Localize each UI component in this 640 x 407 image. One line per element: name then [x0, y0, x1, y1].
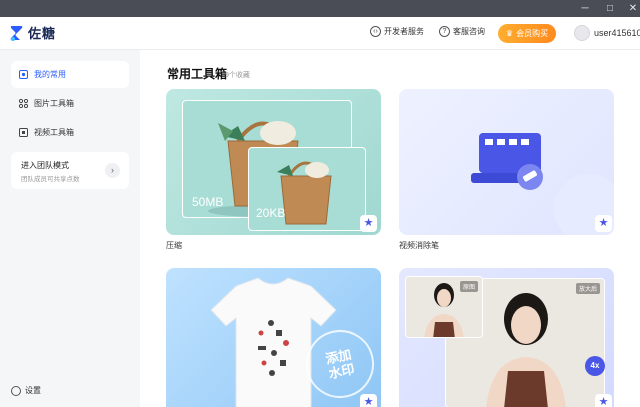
team-mode-card[interactable]: 进入团队模式 团队成员可共享点数 › — [11, 152, 129, 189]
tool-card-compress[interactable]: 50MB 20KB ★ — [166, 89, 381, 235]
scale-badge: 4x — [585, 356, 605, 376]
minimize-button[interactable]: ─ — [578, 2, 592, 15]
tool-card-watermark[interactable]: 添加 水印 ★ — [166, 268, 381, 407]
original-tag: 原图 — [459, 281, 478, 292]
sidebar-item-image-tools[interactable]: 图片工具箱 — [11, 90, 129, 117]
sidebar: 我的常用 图片工具箱 视频工具箱 进入团队模式 团队成员可共享点数 › 设置 — [0, 50, 140, 407]
settings-label: 设置 — [25, 386, 41, 395]
favorite-star-icon[interactable]: ★ — [360, 215, 377, 232]
crown-icon: ♛ — [505, 29, 514, 38]
settings-button[interactable]: 设置 — [11, 385, 41, 396]
card-label: 压缩 — [166, 241, 182, 250]
dev-service-link[interactable]: ‹› 开发者服务 — [370, 26, 424, 37]
tool-card-upscale[interactable]: 放大后 原图 4x ★ — [399, 268, 614, 407]
team-title: 进入团队模式 — [21, 161, 69, 170]
enlarged-tag: 放大后 — [575, 283, 600, 294]
sidebar-item-label: 图片工具箱 — [34, 99, 74, 108]
size-after-label: 20KB — [256, 206, 286, 220]
question-icon: ? — [439, 26, 450, 37]
grid-icon — [18, 98, 29, 109]
size-before-label: 50MB — [192, 195, 224, 209]
chevron-right-icon[interactable]: › — [105, 163, 120, 178]
close-button[interactable]: ✕ — [626, 2, 640, 15]
logo-text: 佐糖 — [28, 26, 57, 41]
star-frame-icon — [19, 70, 28, 79]
sidebar-item-video-tools[interactable]: 视频工具箱 — [11, 119, 129, 146]
code-icon: ‹› — [370, 26, 381, 37]
sidebar-item-label: 我的常用 — [34, 70, 66, 79]
support-link[interactable]: ? 客服咨询 — [439, 26, 485, 37]
sidebar-item-favorites[interactable]: 我的常用 — [11, 61, 129, 88]
app-logo[interactable]: 佐糖 — [9, 23, 56, 42]
logo-icon — [9, 24, 24, 42]
favorites-count: 9个收藏 — [225, 72, 250, 79]
original-photo: 原图 — [405, 276, 483, 338]
page-title: 常用工具箱 — [167, 67, 228, 81]
favorite-star-icon[interactable]: ★ — [595, 215, 612, 232]
app-header: 佐糖 ‹› 开发者服务 ? 客服咨询 ♛ 会员购买 user415610 — [0, 17, 640, 50]
sidebar-item-label: 视频工具箱 — [34, 128, 74, 137]
window-titlebar: ─ □ ✕ — [0, 0, 640, 17]
dev-service-label: 开发者服务 — [384, 27, 424, 36]
video-eraser-illustration — [471, 133, 614, 235]
favorite-star-icon[interactable]: ★ — [595, 394, 612, 407]
avatar[interactable] — [574, 25, 590, 41]
tool-card-video-eraser[interactable]: ★ — [399, 89, 614, 235]
support-label: 客服咨询 — [453, 27, 485, 36]
favorite-star-icon[interactable]: ★ — [360, 394, 377, 407]
username[interactable]: user415610 — [594, 28, 640, 38]
vip-label: 会员购买 — [516, 29, 549, 38]
gear-icon — [11, 385, 21, 396]
film-icon — [19, 128, 28, 137]
main-content: 常用工具箱 9个收藏 50MB 20KB ★ 压缩 ★ 视频消除笔 添加 水印 … — [140, 50, 640, 407]
team-subtitle: 团队成员可共享点数 — [21, 176, 80, 183]
vip-purchase-button[interactable]: ♛ 会员购买 — [498, 24, 556, 43]
card-label: 视频消除笔 — [399, 241, 439, 250]
maximize-button[interactable]: □ — [603, 2, 617, 15]
